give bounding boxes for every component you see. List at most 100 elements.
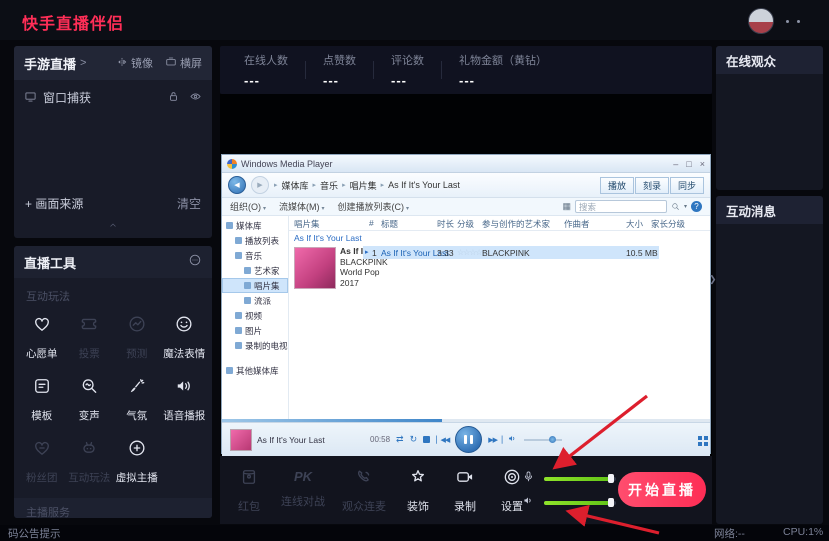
tree-item-label: 媒体库 [236,220,262,232]
tool-label: 语音播报 [163,408,205,423]
track-number: 1 [372,248,377,258]
tool-item-模板[interactable]: 模板 [18,376,66,423]
tool-item-虚拟主播[interactable]: 虚拟主播 [113,438,161,485]
tree-item-音乐: 音乐 [222,248,288,263]
toolbar-item-装饰[interactable]: 装饰 [403,467,433,514]
mirror-button[interactable]: 镜像 [116,55,153,71]
speaker-volume-slider[interactable] [544,501,616,505]
microphone-icon[interactable] [522,470,535,488]
toolbar-item-录制[interactable]: 录制 [450,467,480,514]
tree-item-icon [235,327,242,334]
collapse-sidebar-button[interactable]: ❯ [709,274,717,285]
tool-item-语音播报[interactable]: 语音播报 [161,376,209,423]
tools-collapse-button[interactable] [188,253,202,272]
clear-sources-button[interactable]: 清空 [177,195,201,212]
tree-item-艺术家: 艺术家 [222,263,288,278]
album-art [294,247,336,289]
tool-item-互动玩法[interactable]: 互动玩法 [66,438,114,485]
tool-item-魔法表情[interactable]: 魔法表情 [161,314,209,361]
wmp-tabs: 播放刻录同步 [600,177,704,194]
avatar[interactable] [748,8,774,34]
cpu-status: CPU:1% [783,526,823,538]
atmosphere-icon [127,376,147,401]
crumb-separator-icon: ▸ [313,181,317,189]
stat-item: 评论数--- [391,52,424,88]
stat-value: --- [459,73,547,88]
capture-preview-area[interactable]: Windows Media Player – □ × ◀ ▶ ▸媒体库▸音乐▸唱… [220,94,712,456]
source-panel: 手游直播 > 镜像 横屏 窗口捕获 + 画面来源 清空 [14,46,212,238]
crumb-separator-icon: ▸ [381,181,385,189]
tree-item-icon [235,252,242,259]
stat-label: 评论数 [391,52,424,68]
sticker-icon [408,467,428,492]
wmp-window: Windows Media Player – □ × ◀ ▶ ▸媒体库▸音乐▸唱… [222,155,710,453]
virtual-host-icon [127,438,147,463]
toolbar-item-连线对战[interactable]: PK连线对战 [281,467,325,514]
tool-label: 魔法表情 [163,346,205,361]
tool-item-心愿单[interactable]: 心愿单 [18,314,66,361]
toolbar-item-观众连麦[interactable]: 观众连麦 [342,467,386,514]
column-header-参与创作的艺术家: 参与创作的艺术家 [482,218,550,230]
mic-volume-slider[interactable] [544,477,616,481]
tool-item-预测[interactable]: 预测 [113,314,161,361]
tool-label: 粉丝团 [26,470,58,485]
tree-item-label: 录制的电视 [245,340,288,352]
wmp-search-input [575,200,667,213]
eye-icon[interactable] [189,90,202,106]
toolbar-label: 观众连麦 [342,498,386,514]
chevron-right-icon: > [80,57,86,69]
tool-item-投票[interactable]: 投票 [66,314,114,361]
landscape-button[interactable]: 横屏 [165,55,202,71]
network-status: 网络:-- [714,526,745,541]
tree-item-label: 其他媒体库 [236,365,279,377]
wmp-tab-同步: 同步 [670,177,704,194]
heart-icon [32,314,52,339]
tree-item-label: 图片 [245,325,262,337]
lock-icon[interactable] [167,90,180,106]
tree-item-label: 唱片集 [254,280,280,292]
album-year: 2017 [340,278,414,289]
breadcrumb-item: 音乐 [320,179,338,192]
tools-grid: 心愿单投票预测魔法表情模板变声气氛语音播报粉丝团互动玩法虚拟主播 [14,304,212,485]
interactive-messages-panel: 互动消息 [716,196,823,524]
album-group-title: As If It's Your Last [294,233,362,243]
bottom-control-bar: 红包PK连线对战观众连麦装饰录制设置 开始直播 [220,456,712,524]
mic-volume-handle[interactable] [608,474,614,483]
repeat-icon: ↻ [410,434,418,445]
tool-item-气氛[interactable]: 气氛 [113,376,161,423]
caret-down-icon: ▾ [322,206,325,212]
tool-item-变声[interactable]: 变声 [66,376,114,423]
stat-divider [305,61,306,79]
add-source-button[interactable]: + 画面来源 [25,195,83,212]
column-header-大小: 大小 [626,218,643,230]
wmp-logo-icon [227,159,237,169]
tree-item-icon [226,367,233,374]
tool-item-粉丝团[interactable]: 粉丝团 [18,438,66,485]
speaker-volume-handle[interactable] [608,498,614,507]
start-streaming-button[interactable]: 开始直播 [618,472,706,507]
stat-divider [373,61,374,79]
tree-item-label: 播放列表 [245,235,279,247]
column-header-标题: 标题 [381,218,398,230]
online-viewers-title: 在线观众 [716,46,823,74]
stream-mode-selector[interactable]: 手游直播 [24,54,76,73]
collapse-panel-button[interactable] [106,217,120,235]
stat-divider [441,61,442,79]
speaker-icon[interactable] [522,494,535,512]
tree-item-label: 流派 [254,295,271,307]
elapsed-time: 00:58 [370,435,390,444]
tree-item-label: 艺术家 [254,265,280,277]
tree-item-icon [235,237,242,244]
tree-item-icon [235,342,242,349]
header-more-dots[interactable] [786,20,789,23]
stat-item: 在线人数--- [244,52,288,88]
stat-value: --- [244,73,288,88]
toolbar-item-红包[interactable]: 红包 [234,467,264,514]
source-item-window-capture[interactable]: 窗口捕获 [14,80,212,115]
status-bar: 码公告提示 网络:-- CPU:1% [0,525,829,541]
wmp-menubar: 组织(O)▾流媒体(M)▾创建播放列表(C)▾ ▦ ▾ ? [222,198,710,216]
tree-item-icon [244,267,251,274]
column-headers: 唱片集#标题时长分级参与创作的艺术家作曲者大小家长分级 [289,216,710,231]
view-options-icon: ▦ [562,201,571,212]
wmp-menu-item: 创建播放列表(C)▾ [338,200,410,213]
